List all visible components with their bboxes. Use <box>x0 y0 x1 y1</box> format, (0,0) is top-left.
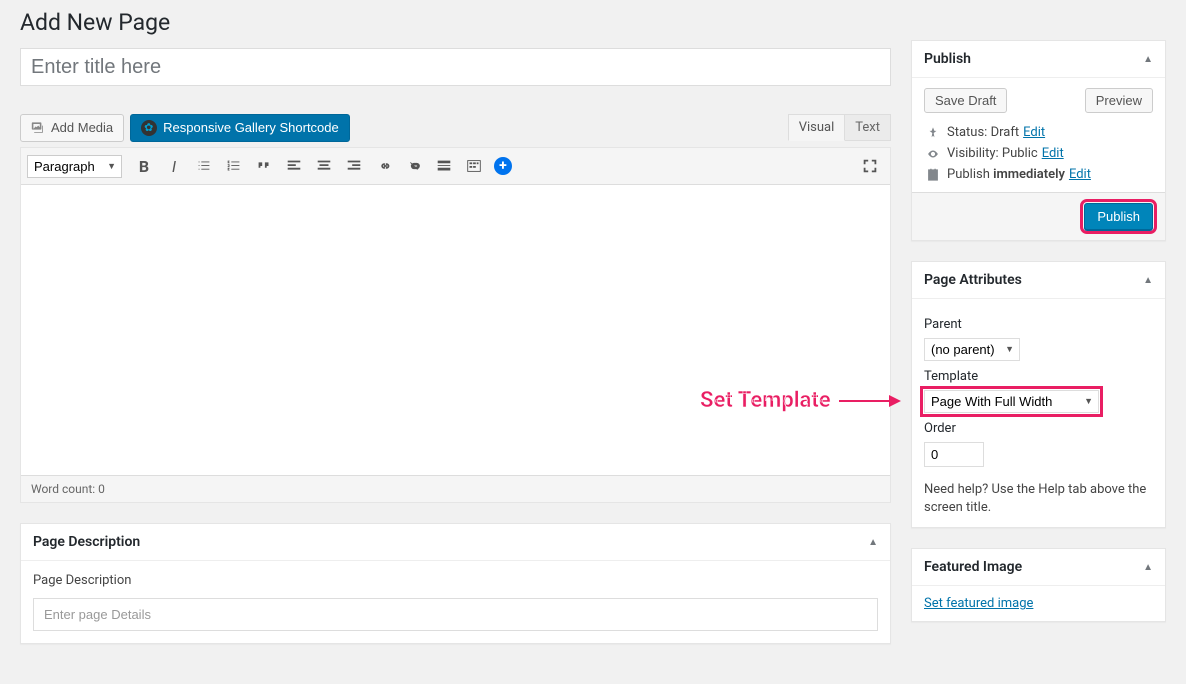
number-list-button[interactable] <box>220 152 248 180</box>
status-label: Status: <box>947 125 987 140</box>
template-select[interactable]: Page With Full Width <box>924 390 1099 413</box>
order-label: Order <box>924 421 1153 436</box>
page-attributes-box: Page Attributes ▲ Parent (no parent) Tem… <box>911 261 1166 528</box>
page-description-input[interactable] <box>33 598 878 631</box>
toggle-icon[interactable]: ▲ <box>868 537 878 548</box>
schedule-edit-link[interactable]: Edit <box>1069 167 1091 182</box>
eye-icon <box>924 147 942 161</box>
add-media-label: Add Media <box>51 119 113 137</box>
align-right-button[interactable] <box>340 152 368 180</box>
add-block-button[interactable]: + <box>494 157 512 175</box>
toggle-icon[interactable]: ▲ <box>1143 562 1153 573</box>
page-description-box: Page Description ▲ Page Description <box>20 523 891 644</box>
publish-title: Publish <box>924 51 971 67</box>
gallery-shortcode-label: Responsive Gallery Shortcode <box>163 119 339 137</box>
toggle-icon[interactable]: ▲ <box>1143 275 1153 286</box>
bold-button[interactable]: B <box>130 152 158 180</box>
readmore-button[interactable] <box>430 152 458 180</box>
align-center-button[interactable] <box>310 152 338 180</box>
schedule-value: immediately <box>993 167 1065 182</box>
visibility-value: Public <box>1002 146 1038 161</box>
italic-button[interactable]: I <box>160 152 188 180</box>
order-input[interactable] <box>924 442 984 467</box>
gallery-icon <box>141 120 157 136</box>
editor-box: Paragraph B I + Word co <box>20 147 891 503</box>
gallery-shortcode-button[interactable]: Responsive Gallery Shortcode <box>130 114 350 142</box>
help-text: Need help? Use the Help tab above the sc… <box>924 481 1153 517</box>
title-input[interactable] <box>20 48 891 86</box>
visibility-edit-link[interactable]: Edit <box>1042 146 1064 161</box>
status-value: Draft <box>991 125 1020 140</box>
toggle-icon[interactable]: ▲ <box>1143 54 1153 65</box>
editor-toolbar: Paragraph B I + <box>21 148 890 185</box>
template-label: Template <box>924 369 1153 384</box>
publish-button[interactable]: Publish <box>1084 203 1153 230</box>
page-description-label: Page Description <box>33 573 878 588</box>
format-select[interactable]: Paragraph <box>27 155 122 178</box>
toolbar-toggle-button[interactable] <box>460 152 488 180</box>
page-attributes-title: Page Attributes <box>924 272 1022 288</box>
bullet-list-button[interactable] <box>190 152 218 180</box>
visibility-label: Visibility: <box>947 146 999 161</box>
fullscreen-button[interactable] <box>856 152 884 180</box>
link-button[interactable] <box>370 152 398 180</box>
save-draft-button[interactable]: Save Draft <box>924 88 1007 113</box>
calendar-icon <box>924 168 942 182</box>
media-icon <box>31 120 47 136</box>
set-featured-image-link[interactable]: Set featured image <box>924 596 1033 611</box>
editor-content-area[interactable] <box>21 185 890 475</box>
status-edit-link[interactable]: Edit <box>1023 125 1045 140</box>
parent-label: Parent <box>924 317 1153 332</box>
schedule-prefix: Publish <box>947 167 990 182</box>
align-left-button[interactable] <box>280 152 308 180</box>
blockquote-button[interactable] <box>250 152 278 180</box>
page-title: Add New Page <box>20 0 1166 40</box>
unlink-button[interactable] <box>400 152 428 180</box>
page-description-title: Page Description <box>33 534 140 550</box>
featured-image-box: Featured Image ▲ Set featured image <box>911 548 1166 622</box>
publish-box: Publish ▲ Save Draft Preview Status: Dra… <box>911 40 1166 241</box>
featured-image-title: Featured Image <box>924 559 1022 575</box>
parent-select[interactable]: (no parent) <box>924 338 1020 361</box>
word-count: Word count: 0 <box>21 475 890 502</box>
tab-text[interactable]: Text <box>845 114 891 141</box>
add-media-button[interactable]: Add Media <box>20 114 124 142</box>
tab-visual[interactable]: Visual <box>788 114 846 141</box>
preview-button[interactable]: Preview <box>1085 88 1153 113</box>
pin-icon <box>924 126 942 140</box>
